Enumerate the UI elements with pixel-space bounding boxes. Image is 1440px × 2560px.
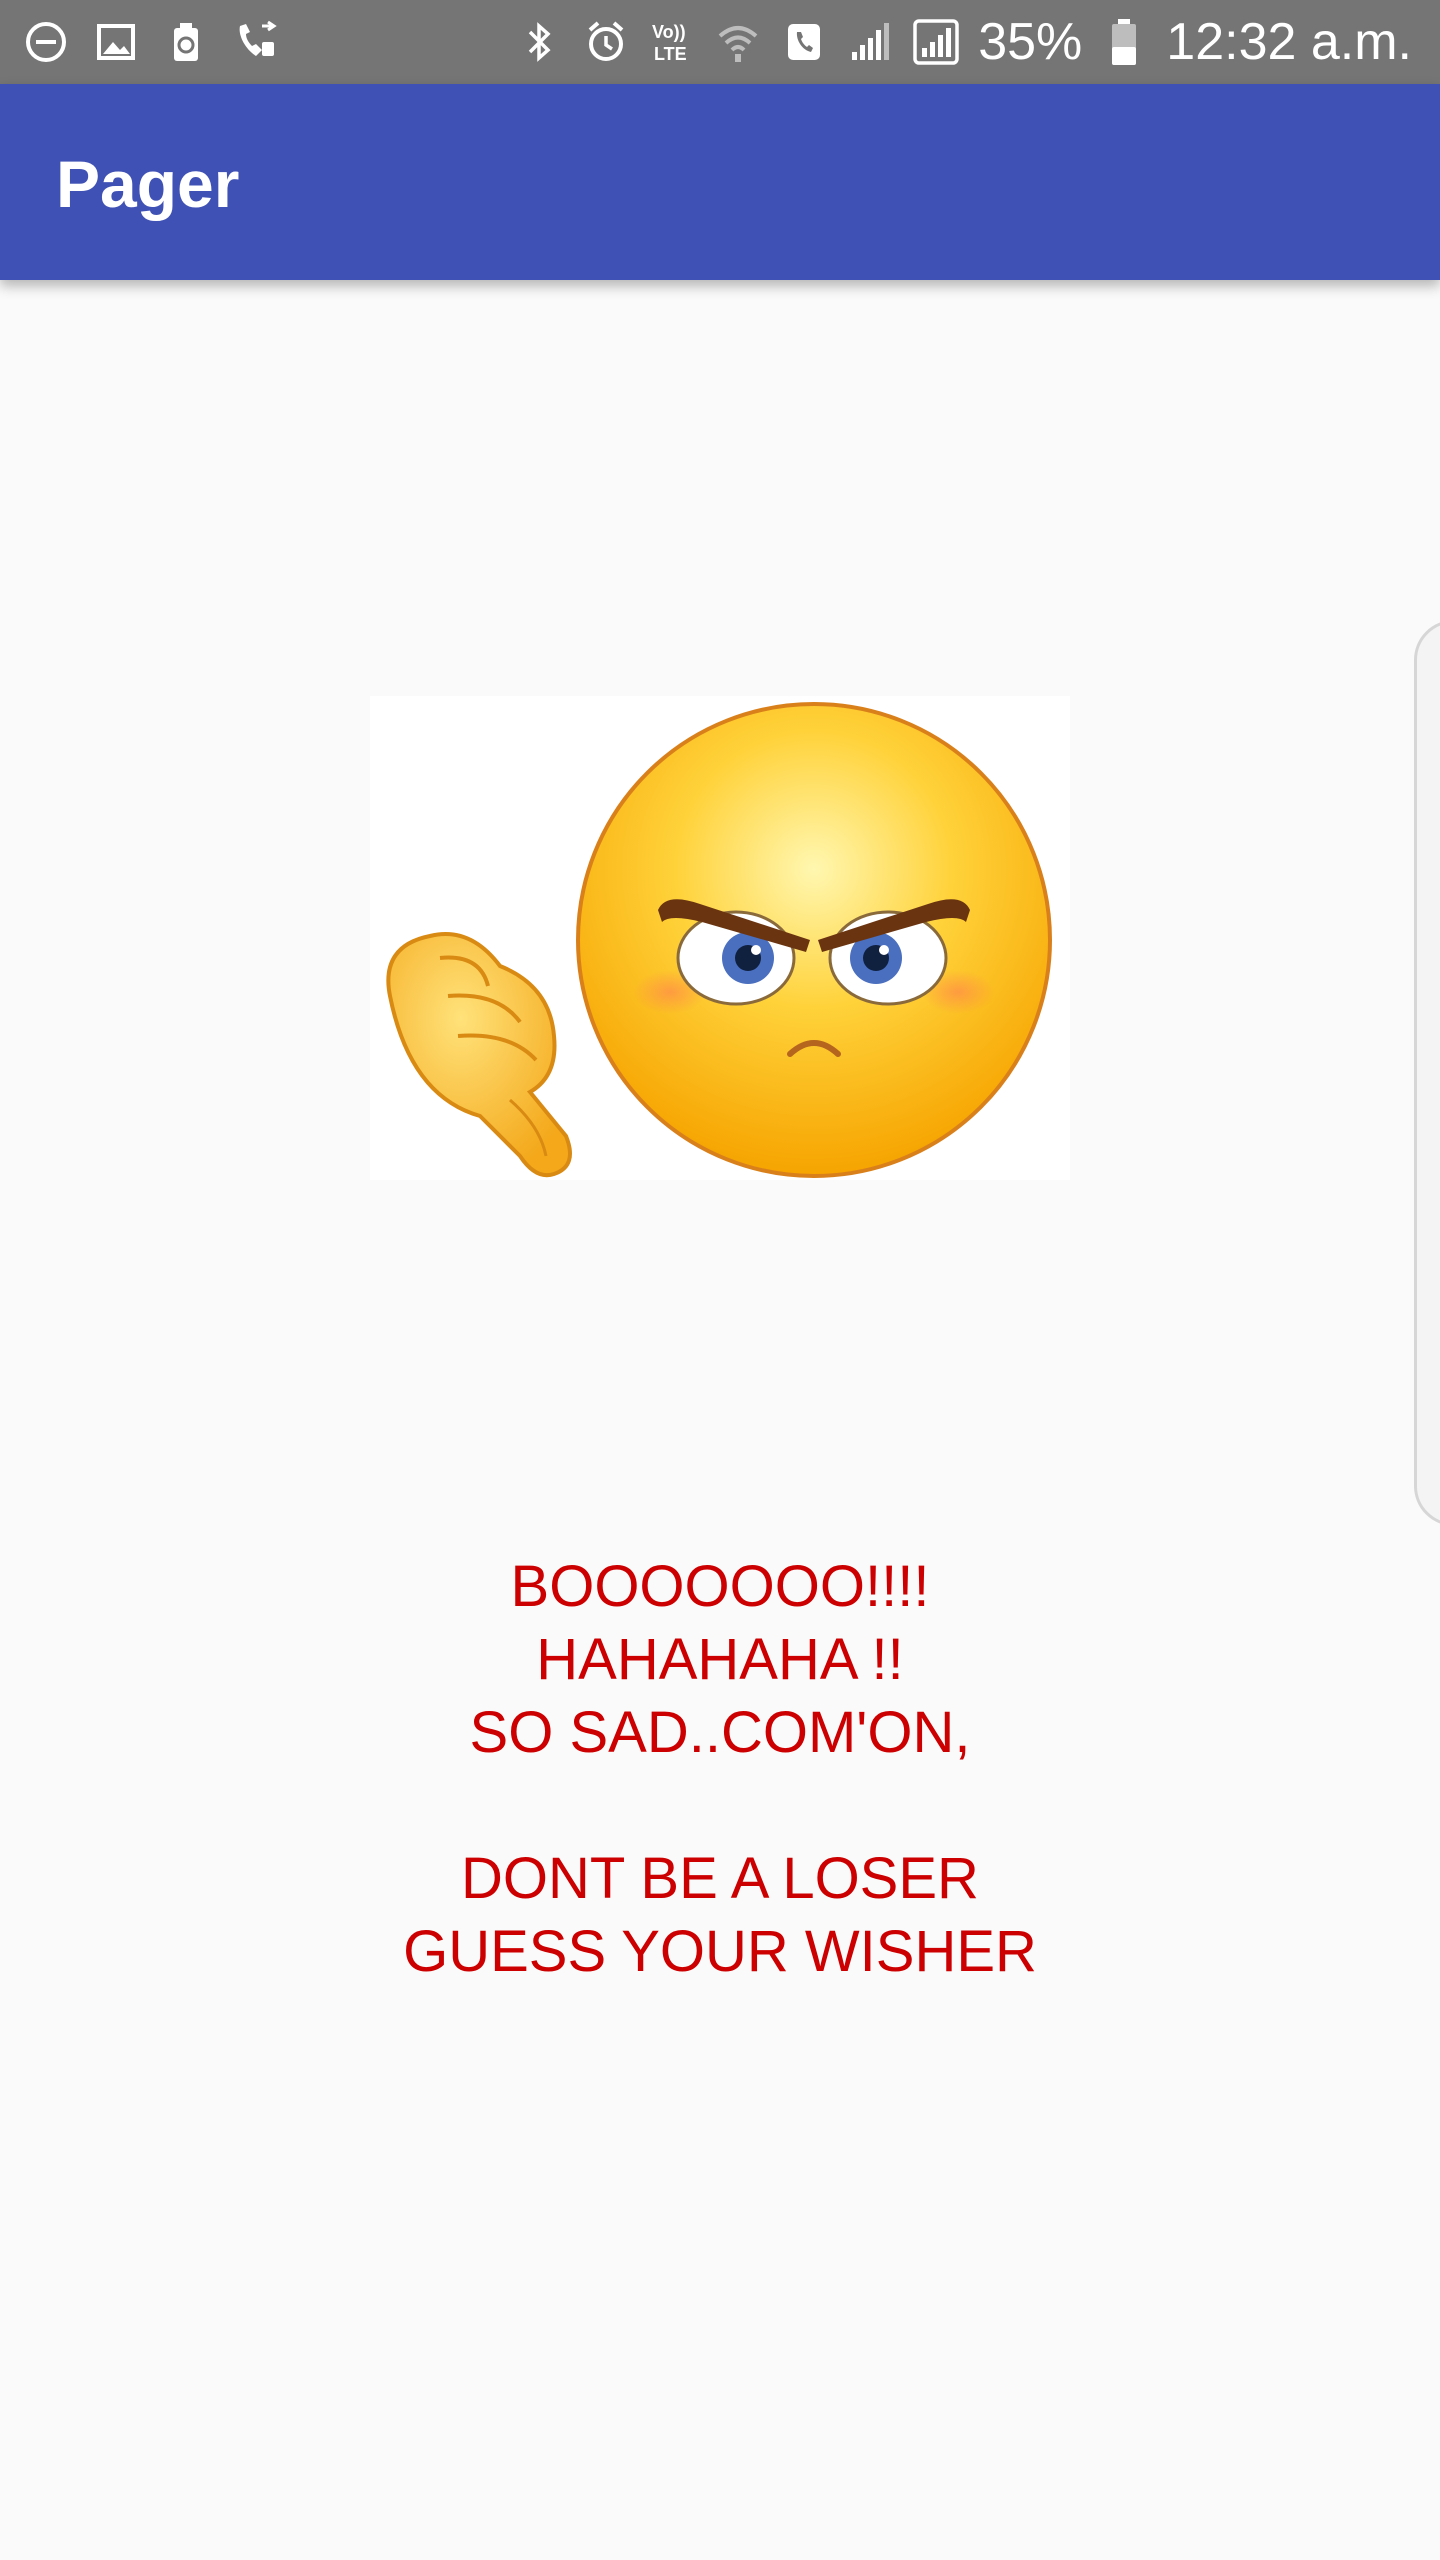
main-content: BOOOOOOO!!!! HAHAHAHA !! SO SAD..COM'ON,…	[0, 280, 1440, 2560]
message-line: BOOOOOOO!!!!	[510, 1554, 930, 1619]
message-line: GUESS YOUR WISHER	[403, 1919, 1037, 1984]
image-icon	[92, 14, 140, 70]
minus-circle-icon	[22, 14, 70, 70]
app-title: Pager	[56, 147, 240, 221]
app-toolbar: Pager	[0, 84, 1440, 280]
call-forward-icon	[232, 14, 280, 70]
wish-message: BOOOOOOO!!!! HAHAHAHA !! SO SAD..COM'ON,…	[0, 1550, 1440, 1988]
message-line: DONT BE A LOSER	[461, 1846, 979, 1911]
status-right-icons: Vo)) LTE 35% 12:32 a.m.	[516, 10, 1412, 74]
bluetooth-icon	[516, 14, 564, 70]
status-time: 12:32 a.m.	[1166, 13, 1412, 71]
volte-icon: Vo)) LTE	[648, 14, 696, 70]
message-line: SO SAD..COM'ON,	[469, 1700, 971, 1765]
message-line: HAHAHAHA !!	[536, 1627, 904, 1692]
edge-panel-handle[interactable]	[1414, 620, 1440, 1526]
signal-icon	[846, 14, 894, 70]
battery-saver-icon	[162, 14, 210, 70]
phone-icon	[780, 14, 828, 70]
alarm-icon	[582, 14, 630, 70]
angry-face-thumbs-down-icon	[370, 696, 1070, 1180]
wifi-icon	[714, 14, 762, 70]
svg-text:Vo)): Vo))	[652, 22, 686, 42]
message-line	[0, 1769, 1440, 1842]
status-left-icons	[22, 14, 280, 70]
signal-box-icon	[912, 14, 960, 70]
battery-icon	[1100, 14, 1148, 70]
battery-percent: 35%	[978, 13, 1083, 71]
status-bar: Vo)) LTE 35% 12:32 a.m.	[0, 0, 1440, 84]
svg-text:LTE: LTE	[654, 44, 687, 64]
